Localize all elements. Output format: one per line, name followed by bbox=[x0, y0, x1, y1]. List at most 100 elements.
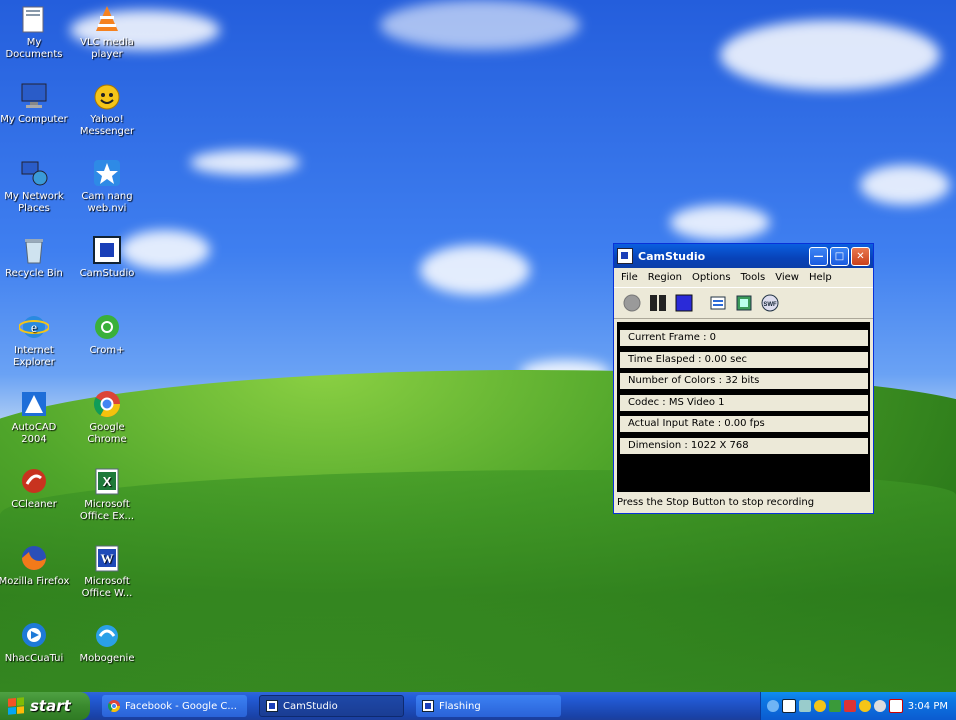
desktop-icon-label: CCleaner bbox=[11, 499, 57, 510]
desktop-icon-cam-nang-web-nvi[interactable]: Cam nang web.nvi bbox=[71, 157, 143, 215]
menu-file[interactable]: File bbox=[616, 272, 643, 283]
cloud bbox=[380, 0, 580, 50]
yahoo-messenger-icon bbox=[91, 80, 123, 112]
desktop-icon-label: CamStudio bbox=[79, 268, 135, 279]
cloud bbox=[670, 205, 770, 240]
my-documents-icon bbox=[18, 3, 50, 35]
swf-button[interactable]: SWF bbox=[760, 293, 780, 313]
current-frame-field: Current Frame : 0 bbox=[620, 330, 868, 346]
camstudio-icon bbox=[617, 248, 633, 264]
menu-region[interactable]: Region bbox=[643, 272, 687, 283]
window-icon bbox=[422, 700, 434, 712]
desktop-icon-label: Yahoo! Messenger bbox=[79, 114, 135, 137]
tray-arrow-icon[interactable] bbox=[767, 700, 779, 712]
excel-icon: X bbox=[91, 465, 123, 497]
desktop-icon-autocad-2004[interactable]: AutoCAD 2004 bbox=[0, 388, 70, 446]
desktop-icon-google-chrome[interactable]: Google Chrome bbox=[71, 388, 143, 446]
desktop-icon-label: AutoCAD 2004 bbox=[11, 422, 57, 445]
time-elapsed-field: Time Elasped : 0.00 sec bbox=[620, 352, 868, 368]
security-tray-icon[interactable] bbox=[829, 700, 841, 712]
desktop-icon-label: Cam nang web.nvi bbox=[81, 191, 133, 214]
video-icon bbox=[736, 295, 752, 311]
desktop-icon-ccleaner[interactable]: CCleaner bbox=[0, 465, 70, 511]
network-tray-icon[interactable] bbox=[799, 700, 811, 712]
chat-tray-icon[interactable] bbox=[859, 700, 871, 712]
camstudio-window[interactable]: CamStudio — □ ✕ File Region Options Tool… bbox=[613, 243, 874, 514]
desktop-icon-crom[interactable]: Crom+ bbox=[71, 311, 143, 357]
desktop-icon-label: Recycle Bin bbox=[5, 268, 63, 279]
minimize-button[interactable]: — bbox=[809, 246, 828, 266]
desktop-icon-my-documents[interactable]: My Documents bbox=[0, 3, 70, 61]
toolbar: SWF bbox=[614, 287, 873, 319]
camstudio-icon bbox=[266, 700, 278, 712]
desktop-icon-camstudio[interactable]: CamStudio bbox=[71, 234, 143, 280]
pause-button[interactable] bbox=[648, 293, 668, 313]
system-tray: 3:04 PM bbox=[760, 692, 956, 720]
desktop-icon-label: Google Chrome bbox=[87, 422, 127, 445]
desktop-icon-my-computer[interactable]: My Computer bbox=[0, 80, 70, 126]
maximize-button[interactable]: □ bbox=[830, 246, 849, 266]
taskbar-button-facebook[interactable]: Facebook - Google C... bbox=[102, 695, 247, 717]
desktop-icon-label: My Computer bbox=[0, 114, 68, 125]
desktop-icon-microsoft-office-ex[interactable]: X Microsoft Office Ex... bbox=[71, 465, 143, 523]
taskbar-button-flashing[interactable]: Flashing bbox=[416, 695, 561, 717]
number-of-colors-field: Number of Colors : 32 bits bbox=[620, 373, 868, 389]
stop-button[interactable] bbox=[674, 293, 694, 313]
ccleaner-icon bbox=[18, 465, 50, 497]
nhaccuatui-icon bbox=[18, 619, 50, 651]
desktop-icon-label: Crom+ bbox=[89, 345, 125, 356]
video-button[interactable] bbox=[734, 293, 754, 313]
menu-bar: File Region Options Tools View Help bbox=[614, 268, 873, 287]
desktop-icon-mozilla-firefox[interactable]: Mozilla Firefox bbox=[0, 542, 70, 588]
desktop-icon-label: Internet Explorer bbox=[13, 345, 55, 368]
menu-view[interactable]: View bbox=[770, 272, 804, 283]
window-title: CamStudio bbox=[638, 249, 706, 263]
menu-options[interactable]: Options bbox=[687, 272, 736, 283]
dimension-field: Dimension : 1022 X 768 bbox=[620, 438, 868, 454]
annotate-icon bbox=[710, 296, 726, 310]
desktop-icon-label: NhacCuaTui bbox=[4, 653, 64, 664]
start-label: start bbox=[30, 697, 71, 715]
status-bar: Press the Stop Button to stop recording bbox=[617, 497, 815, 508]
vlc-icon bbox=[91, 3, 123, 35]
shield-tray-icon[interactable] bbox=[844, 700, 856, 712]
firefox-icon bbox=[18, 542, 50, 574]
annotate-button[interactable] bbox=[708, 293, 728, 313]
start-button[interactable]: start bbox=[0, 692, 90, 720]
antivirus-tray-icon[interactable] bbox=[889, 699, 903, 713]
taskbar-clock[interactable]: 3:04 PM bbox=[908, 701, 948, 712]
messenger-tray-icon[interactable] bbox=[814, 700, 826, 712]
cloud bbox=[860, 165, 950, 205]
chrome-icon bbox=[108, 700, 120, 712]
windows-logo-icon bbox=[8, 697, 24, 715]
camstudio-titlebar[interactable]: CamStudio — □ ✕ bbox=[614, 244, 873, 268]
desktop-icon-label: Microsoft Office Ex... bbox=[79, 499, 135, 522]
desktop-icon-recycle-bin[interactable]: Recycle Bin bbox=[0, 234, 70, 280]
record-button[interactable] bbox=[622, 293, 642, 313]
desktop-icon-microsoft-office-w[interactable]: W Microsoft Office W... bbox=[71, 542, 143, 600]
record-icon bbox=[623, 294, 641, 312]
my-computer-icon bbox=[18, 80, 50, 112]
desktop-icon-label: VLC media player bbox=[80, 37, 134, 60]
desktop-icon-my-network-places[interactable]: My Network Places bbox=[0, 157, 70, 215]
desktop-icon-vlc-media-player[interactable]: VLC media player bbox=[71, 3, 143, 61]
recording-info-panel: Current Frame : 0 Time Elasped : 0.00 se… bbox=[617, 322, 870, 492]
recycle-bin-icon bbox=[18, 234, 50, 266]
maximize-icon: □ bbox=[834, 250, 845, 262]
close-button[interactable]: ✕ bbox=[851, 246, 870, 266]
taskbar: start Facebook - Google C... CamStudio F… bbox=[0, 692, 956, 720]
close-icon: ✕ bbox=[856, 250, 865, 262]
desktop-icon-nhaccuatui[interactable]: NhacCuaTui bbox=[0, 619, 70, 665]
chrome-icon bbox=[91, 388, 123, 420]
cloud bbox=[720, 20, 940, 90]
clock-tray-icon[interactable] bbox=[874, 700, 886, 712]
desktop-icon-mobogenie[interactable]: Mobogenie bbox=[71, 619, 143, 665]
camstudio-tray-icon[interactable] bbox=[782, 699, 796, 713]
menu-tools[interactable]: Tools bbox=[736, 272, 771, 283]
desktop-icon-label: Microsoft Office W... bbox=[81, 576, 133, 599]
network-places-icon bbox=[18, 157, 50, 189]
taskbar-button-camstudio[interactable]: CamStudio bbox=[259, 695, 404, 717]
desktop-icon-yahoo-messenger[interactable]: Yahoo! Messenger bbox=[71, 80, 143, 138]
desktop-icon-internet-explorer[interactable]: e Internet Explorer bbox=[0, 311, 70, 369]
menu-help[interactable]: Help bbox=[804, 272, 837, 283]
